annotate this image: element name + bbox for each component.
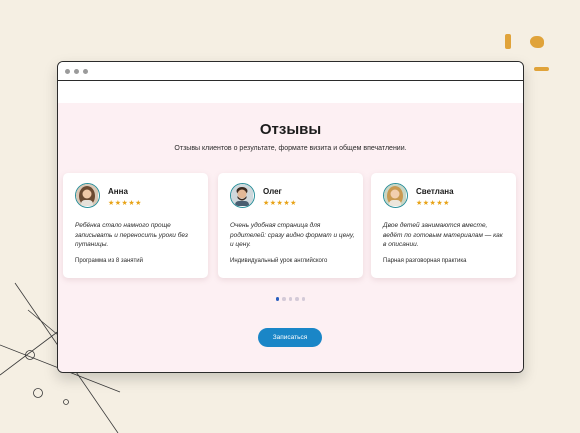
rating-stars-icon: ★★★★★	[263, 200, 297, 207]
window-dot-icon	[65, 68, 70, 74]
service-label: Индивидуальный урок английского	[230, 258, 328, 264]
header-strip	[58, 81, 523, 103]
reviewer-name: Олег	[263, 187, 282, 196]
review-text: Двое детей занимаются вместе, ведёт по г…	[383, 222, 503, 248]
page-subtitle: Отзывы клиентов о результате, формате ви…	[174, 145, 407, 152]
carousel-pagination	[58, 297, 523, 301]
review-card-anna: Анна ★★★★★ Ребёнка стало намного проще з…	[63, 173, 208, 278]
avatar	[230, 183, 255, 208]
rating-stars-icon: ★★★★★	[108, 200, 142, 207]
decor-bar-shape	[505, 34, 511, 49]
carousel-dot-5[interactable]	[301, 297, 306, 301]
carousel-dot-1[interactable]	[275, 297, 280, 301]
avatar	[75, 183, 100, 208]
reviewer-name: Анна	[108, 187, 128, 196]
window-dot-icon	[83, 68, 88, 74]
window-dot-icon	[74, 68, 79, 74]
service-label: Программа из 8 занятий	[75, 258, 143, 264]
avatar	[383, 183, 408, 208]
window-titlebar	[58, 62, 523, 81]
service-label: Парная разговорная практика	[383, 258, 467, 264]
rating-stars-icon: ★★★★★	[416, 200, 450, 207]
browser-window: Отзывы Отзывы клиентов о результате, фор…	[57, 61, 524, 373]
review-card-svetlana: Светлана ★★★★★ Двое детей занимаются вме…	[371, 173, 516, 278]
carousel-dot-4[interactable]	[295, 297, 299, 301]
decor-dash-shape	[534, 67, 549, 71]
signup-button[interactable]: Записаться	[258, 328, 322, 347]
reviews-section: Отзывы Отзывы клиентов о результате, фор…	[58, 103, 523, 372]
review-text: Ребёнка стало намного проще записывать и…	[75, 222, 188, 248]
carousel-dot-3[interactable]	[288, 297, 293, 301]
decor-blob-shape	[530, 36, 544, 48]
page-title: Отзывы	[259, 121, 322, 138]
carousel-dot-2[interactable]	[282, 297, 286, 301]
review-card-oleg: Олег ★★★★★ Очень удобная страница для ро…	[218, 173, 363, 278]
review-text: Очень удобная страница для родителей: ср…	[230, 222, 355, 248]
reviewer-name: Светлана	[416, 187, 454, 196]
